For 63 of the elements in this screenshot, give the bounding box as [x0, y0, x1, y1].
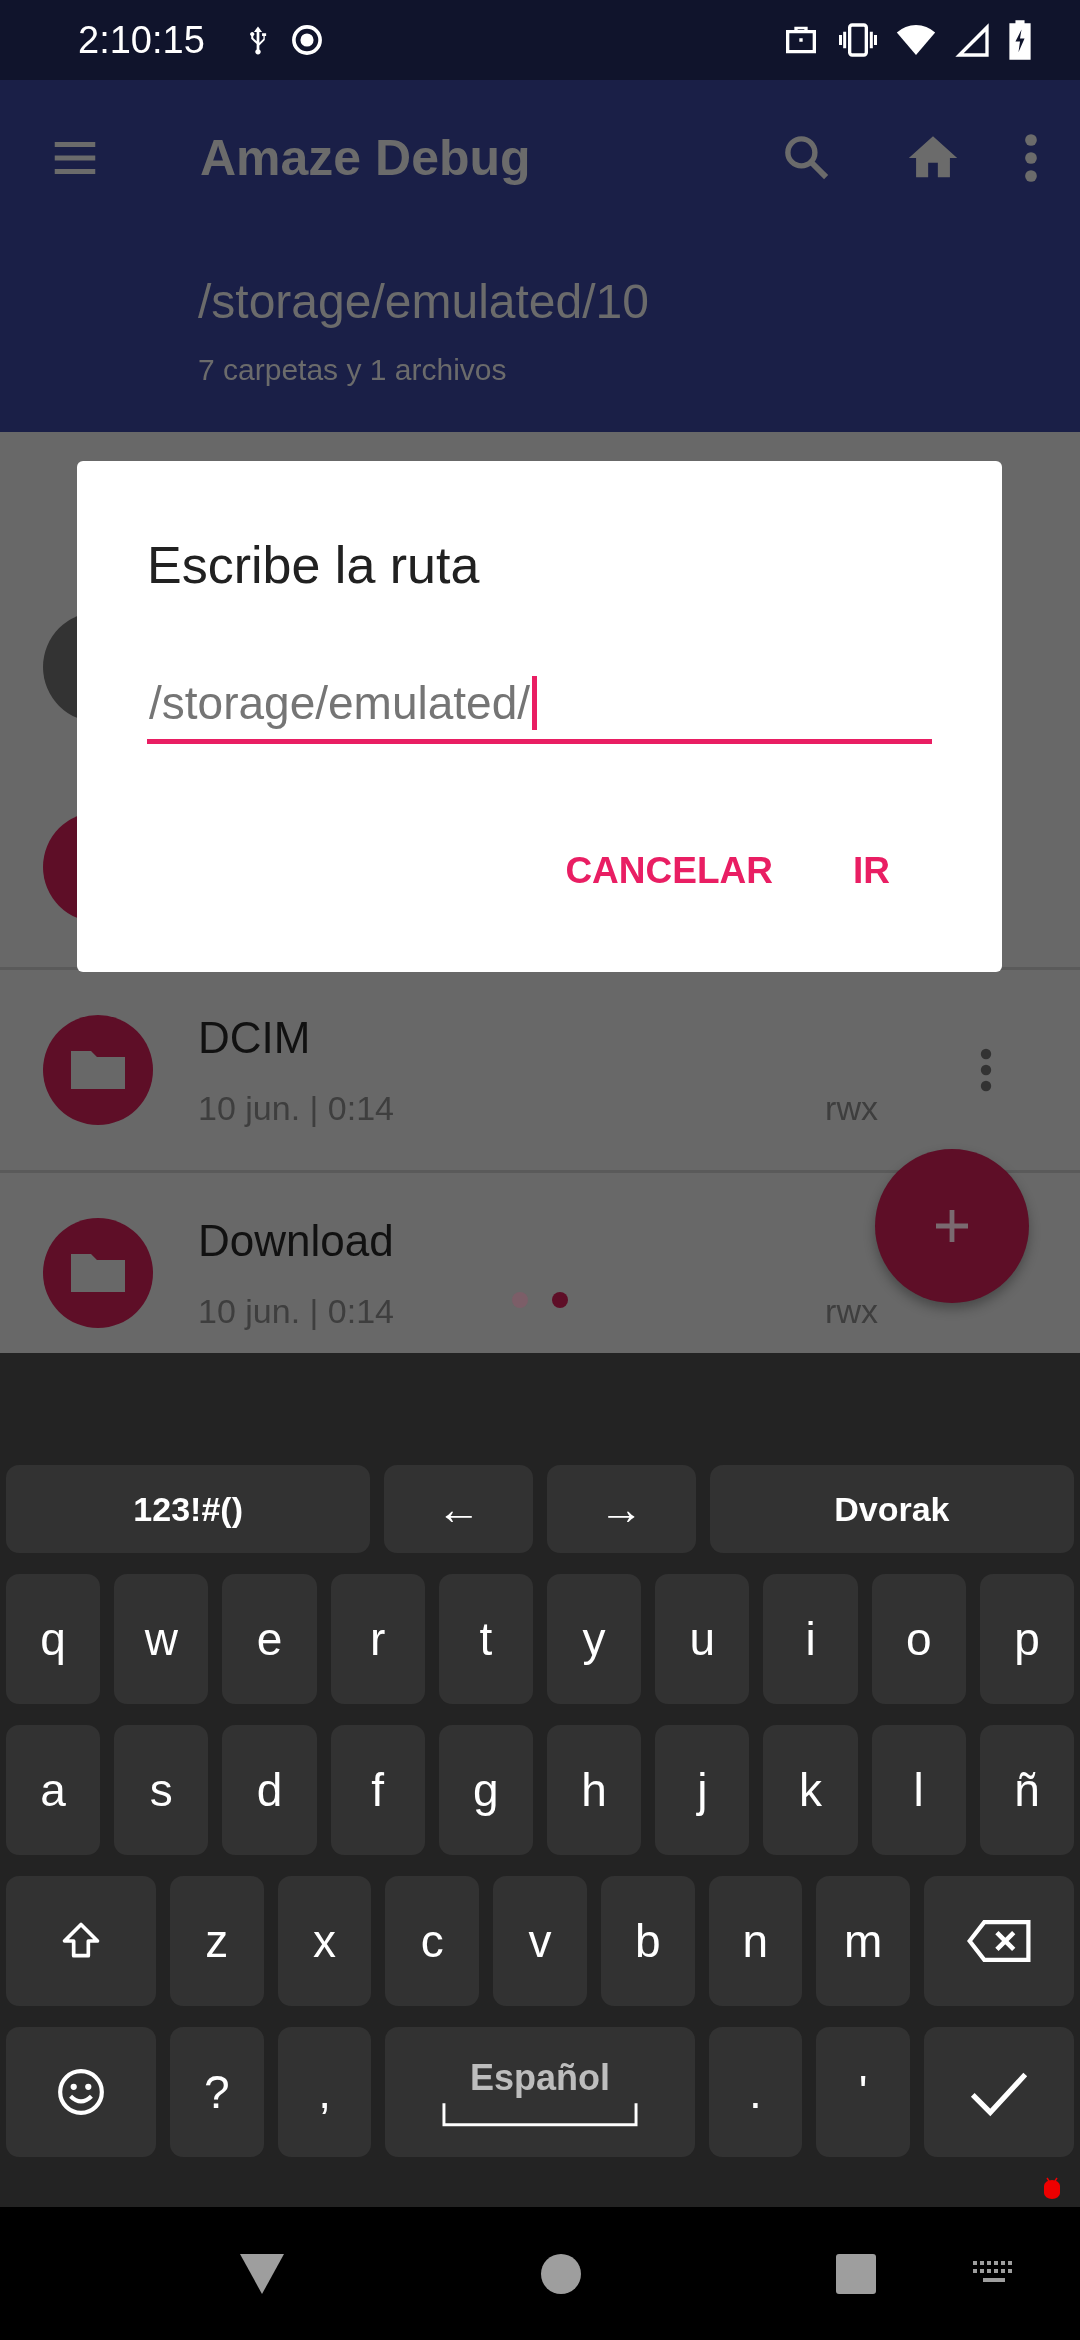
folder-summary: 7 carpetas y 1 archivos [198, 353, 508, 387]
backspace-key[interactable] [924, 1876, 1074, 2006]
folder-icon [43, 1218, 153, 1328]
current-path: /storage/emulated/10 [198, 274, 650, 329]
file-name: DCIM [198, 1012, 312, 1063]
keyboard-key[interactable]: o [871, 1574, 966, 1704]
keyboard-key[interactable]: m [816, 1876, 910, 2006]
keyboard-key[interactable]: ' [816, 2027, 911, 2157]
more-icon[interactable] [1022, 131, 1040, 185]
keyboard-key[interactable]: → [547, 1465, 696, 1553]
path-input-field[interactable]: /storage/emulated/ [147, 667, 932, 744]
keyboard-key[interactable]: h [547, 1725, 642, 1855]
file-name: Download [198, 1215, 395, 1266]
keyboard-key[interactable]: , [277, 2027, 372, 2157]
space-bar-icon [442, 2103, 638, 2127]
keyboard-key[interactable]: x [277, 1876, 372, 2006]
keyboard-key[interactable]: ← [384, 1465, 533, 1553]
keyboard-key[interactable]: ñ [979, 1725, 1075, 1855]
keyboard-key[interactable]: e [222, 1574, 317, 1704]
folder-icon [43, 1015, 153, 1125]
back-icon[interactable] [240, 2253, 284, 2294]
battery-icon [1007, 18, 1033, 62]
dialog-button[interactable]: CANCELAR [555, 840, 783, 902]
keyboard-key[interactable]: w [114, 1574, 209, 1704]
dialog-title: Escribe la ruta [147, 535, 481, 595]
keyboard-key[interactable]: t [438, 1574, 533, 1704]
smiley-icon [55, 2067, 106, 2117]
bug-icon [1042, 2175, 1062, 2201]
backspace-icon [966, 1920, 1031, 1962]
space-key[interactable]: Español [385, 2027, 695, 2157]
keyboard-key[interactable]: i [763, 1574, 858, 1704]
dialog-button[interactable]: IR [843, 840, 900, 902]
keyboard-key[interactable]: p [979, 1574, 1075, 1704]
keyboard-key[interactable]: z [169, 1876, 264, 2006]
keyboard-key[interactable]: f [330, 1725, 425, 1855]
keyboard-key[interactable]: n [708, 1876, 803, 2006]
recents-icon[interactable] [836, 2253, 876, 2294]
keyboard-key[interactable]: 123!#() [6, 1465, 371, 1553]
keyboard-key[interactable]: k [763, 1725, 858, 1855]
home-icon[interactable] [541, 2253, 581, 2294]
keyboard-key[interactable]: b [600, 1876, 695, 2006]
keyboard-key[interactable]: ? [169, 2027, 264, 2157]
keyboard-key[interactable]: g [438, 1725, 533, 1855]
keyboard-key[interactable]: u [655, 1574, 750, 1704]
keyboard-key[interactable]: v [493, 1876, 587, 2006]
keyboard-key[interactable]: c [385, 1876, 480, 2006]
keyboard-key[interactable]: Dvorak [709, 1465, 1074, 1553]
keyboard-key[interactable]: s [114, 1725, 209, 1855]
keyboard-key[interactable]: q [6, 1574, 101, 1704]
keyboard-key[interactable]: . [708, 2027, 803, 2157]
keyboard-key[interactable]: a [6, 1725, 101, 1855]
done-key[interactable] [924, 2027, 1074, 2157]
record-icon [289, 22, 325, 58]
app-title: Amaze Debug [200, 129, 532, 187]
keyboard-key[interactable]: d [222, 1725, 317, 1855]
signal-icon [952, 20, 992, 60]
keyboard-key[interactable]: j [655, 1725, 750, 1855]
shift-key[interactable] [6, 1876, 156, 2006]
emoji-key[interactable] [6, 2027, 156, 2157]
keyboard-key[interactable]: r [330, 1574, 425, 1704]
clock-time: 2:10:15 [78, 18, 205, 62]
keyboard-key[interactable]: y [547, 1574, 642, 1704]
keyboard-key[interactable]: l [871, 1725, 966, 1855]
